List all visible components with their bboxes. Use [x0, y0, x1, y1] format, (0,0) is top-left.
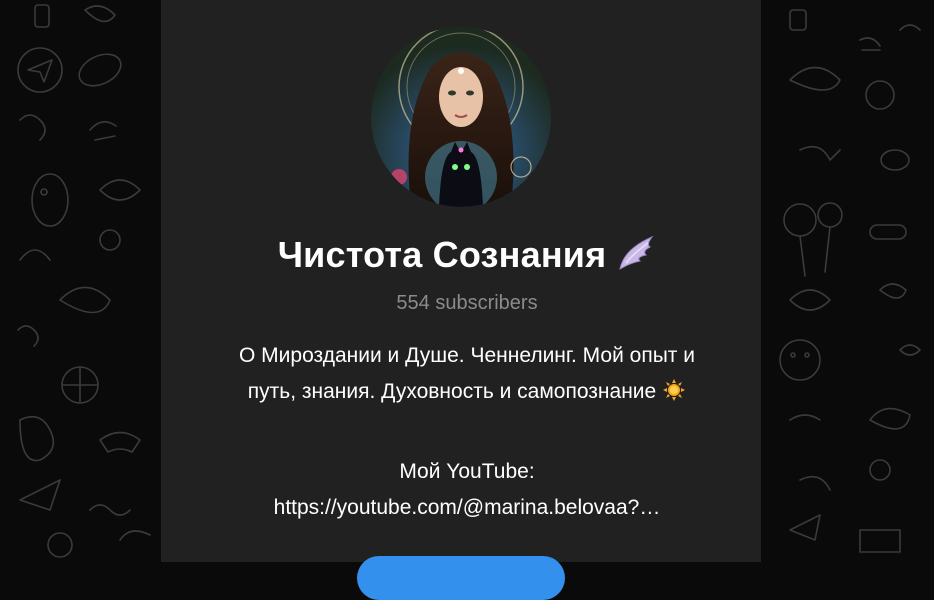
subscriber-count: 554 subscribers [396, 292, 538, 314]
youtube-label: Мой YouTube: [399, 460, 535, 483]
description-line-2-text: путь, знания. Духовность и самопознание [247, 380, 657, 403]
sun-emoji-icon [662, 378, 686, 414]
description-line-1: О Мироздании и Душе. Ченнелинг. Мой опыт… [239, 344, 695, 367]
channel-title: Чистота Сознания [0, 234, 934, 280]
channel-avatar[interactable] [371, 27, 551, 207]
angel-wing-icon [616, 235, 656, 280]
youtube-link[interactable]: https://youtube.com/@marina.belovaa?… [0, 490, 934, 526]
channel-description: О Мироздании и Душе. Ченнелинг. Мой опыт… [0, 338, 934, 526]
channel-title-text: Чистота Сознания [277, 234, 607, 275]
description-line-2: путь, знания. Духовность и самопознание [0, 374, 934, 414]
view-channel-button[interactable] [357, 556, 565, 600]
